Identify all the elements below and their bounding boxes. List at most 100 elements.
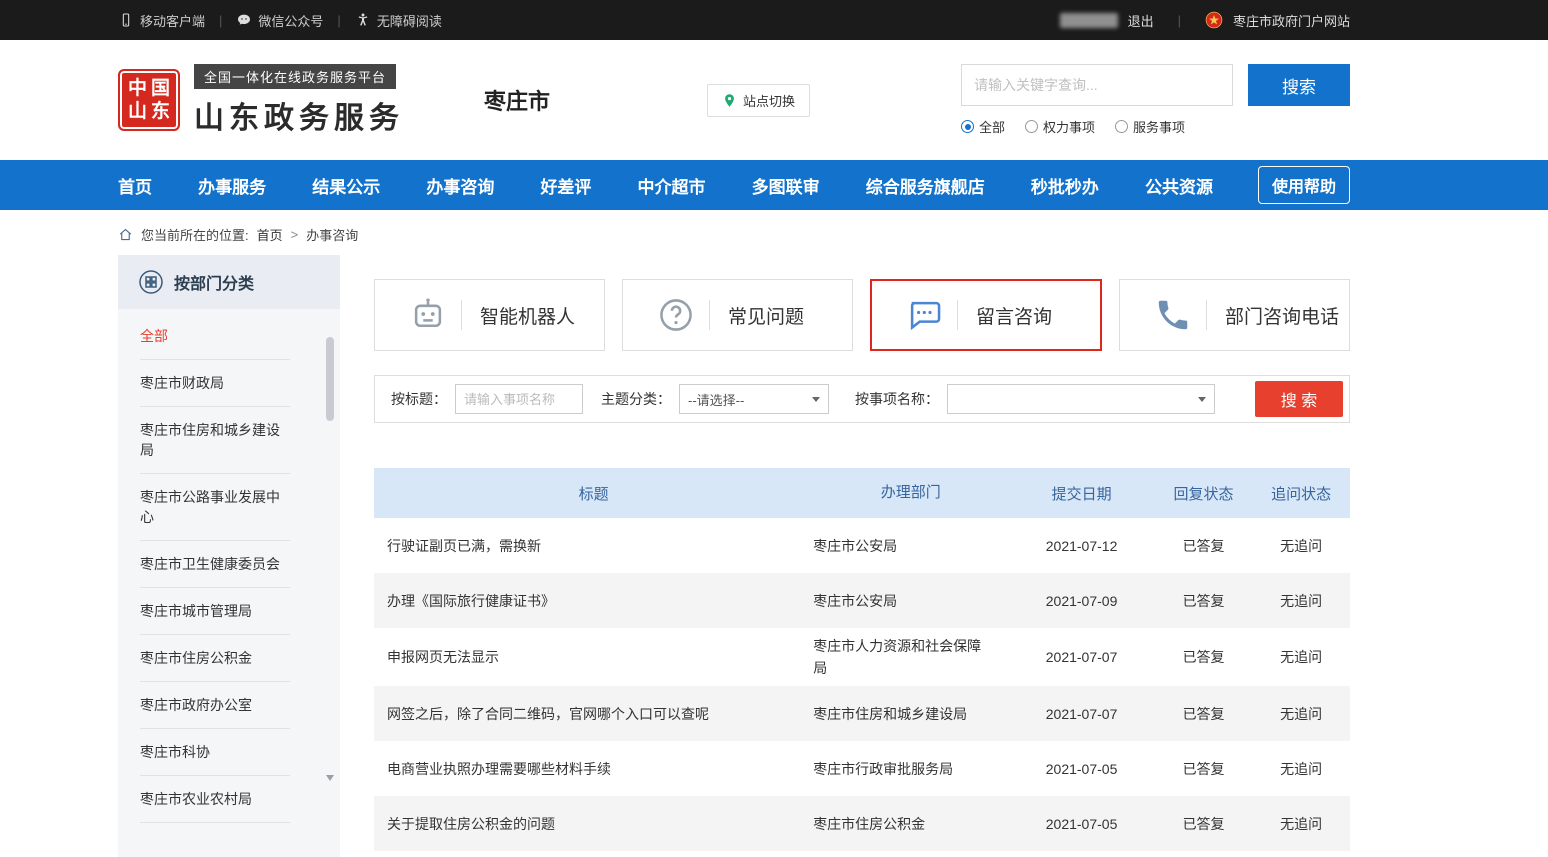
site-switch-button[interactable]: 站点切换	[707, 84, 810, 117]
sidebar-item-4[interactable]: 枣庄市卫生健康委员会	[140, 541, 290, 588]
nav-help-button[interactable]: 使用帮助	[1258, 166, 1350, 204]
shandong-seal-logo: 中国山东	[118, 69, 180, 131]
item-filter-label: 按事项名称：	[855, 389, 939, 409]
nav-item-7[interactable]: 综合服务旗舰店	[866, 173, 985, 198]
scope-radio-1[interactable]: 权力事项	[1025, 117, 1095, 136]
table-header-cell: 标题	[374, 483, 813, 504]
nav-item-8[interactable]: 秒批秒办	[1031, 173, 1099, 198]
logout-link[interactable]: 退出	[1128, 11, 1154, 30]
title-filter-label: 按标题：	[391, 389, 447, 409]
cell-title[interactable]: 电商营业执照办理需要哪些材料手续	[374, 759, 813, 779]
keyword-search-button[interactable]: 搜索	[1248, 64, 1350, 106]
keyword-search-input[interactable]	[961, 64, 1233, 106]
seal-character: 中	[126, 77, 149, 100]
cell-reply-status: 已答复	[1155, 704, 1253, 724]
chevron-down-icon	[812, 397, 820, 402]
cell-department: 枣庄市住房公积金	[813, 813, 1008, 835]
table-row: 关于提取住房公积金的问题枣庄市住房公积金2021-07-05已答复无追问	[374, 796, 1350, 851]
wechat-label: 微信公众号	[258, 11, 323, 30]
nav-item-1[interactable]: 办事服务	[198, 173, 266, 198]
radio-circle-icon	[1115, 120, 1128, 133]
department-list: 全部枣庄市财政局枣庄市住房和城乡建设局枣庄市公路事业发展中心枣庄市卫生健康委员会…	[118, 309, 340, 843]
breadcrumb: 您当前所在的位置: 首页 > 办事咨询	[118, 210, 1350, 255]
category-filter-label: 主题分类：	[601, 389, 671, 409]
consultation-table: 标题办理部门提交日期回复状态追问状态 行驶证副页已满，需换新枣庄市公安局2021…	[374, 468, 1350, 851]
divider	[709, 300, 710, 330]
sidebar-item-2[interactable]: 枣庄市住房和城乡建设局	[140, 407, 290, 474]
breadcrumb-home-link[interactable]: 首页	[257, 225, 283, 244]
sidebar-item-9[interactable]: 枣庄市农业农村局	[140, 776, 290, 823]
sidebar-item-5[interactable]: 枣庄市城市管理局	[140, 588, 290, 635]
sidebar-item-6[interactable]: 枣庄市住房公积金	[140, 635, 290, 682]
sidebar-item-7[interactable]: 枣庄市政府办公室	[140, 682, 290, 729]
accessibility-person-icon	[355, 12, 371, 28]
tab-label: 部门咨询电话	[1225, 302, 1339, 329]
item-select[interactable]	[947, 384, 1215, 414]
main-nav-items: 首页 办事服务 结果公示 办事咨询 好差评 中介超市 多图联审 综合服务旗舰店 秒批秒办 公共资源	[118, 173, 1213, 198]
mobile-client-link[interactable]: 移动客户端	[118, 11, 205, 30]
divider: |	[219, 13, 222, 28]
tab-robot[interactable]: 智能机器人	[374, 279, 605, 351]
cell-title[interactable]: 办理《国际旅行健康证书》	[374, 591, 813, 611]
category-select[interactable]: --请选择--	[679, 384, 829, 414]
tab-phone[interactable]: 部门咨询电话	[1119, 279, 1350, 351]
table-header-cell: 追问状态	[1252, 483, 1350, 504]
cell-reply-status: 已答复	[1155, 814, 1253, 834]
home-icon	[118, 227, 133, 242]
cell-submit-date: 2021-07-05	[1008, 816, 1154, 832]
site-logo[interactable]: 中国山东 全国一体化在线政务服务平台 山东政务服务	[118, 64, 404, 137]
wechat-link[interactable]: 微信公众号	[236, 11, 323, 30]
scrollbar-thumb[interactable]	[326, 337, 334, 421]
sidebar-item-8[interactable]: 枣庄市科协	[140, 729, 290, 776]
phone-icon	[1154, 296, 1192, 334]
wechat-icon	[236, 12, 252, 28]
nav-item-2[interactable]: 结果公示	[312, 173, 380, 198]
nav-item-4[interactable]: 好差评	[540, 173, 591, 198]
divider	[1206, 300, 1207, 330]
cell-reply-status: 已答复	[1155, 591, 1253, 611]
breadcrumb-prefix: 您当前所在的位置:	[141, 225, 249, 244]
breadcrumb-separator: >	[291, 227, 299, 242]
cell-title[interactable]: 关于提取住房公积金的问题	[374, 814, 813, 834]
table-header-cell: 办理部门	[813, 482, 1008, 504]
cell-title[interactable]: 申报网页无法显示	[374, 647, 813, 667]
divider	[957, 300, 958, 330]
cell-submit-date: 2021-07-07	[1008, 649, 1154, 665]
nav-item-5[interactable]: 中介超市	[638, 173, 706, 198]
cell-submit-date: 2021-07-12	[1008, 538, 1154, 554]
cell-department: 枣庄市人力资源和社会保障局	[813, 635, 1008, 679]
scrollbar-down-arrow-icon[interactable]	[326, 775, 334, 781]
scope-radio-2[interactable]: 服务事项	[1115, 117, 1185, 136]
table-header-cell: 提交日期	[1008, 483, 1154, 504]
sidebar-item-1[interactable]: 枣庄市财政局	[140, 360, 290, 407]
cell-submit-date: 2021-07-07	[1008, 706, 1154, 722]
mobile-phone-icon	[118, 12, 134, 28]
filter-search-button[interactable]: 搜 索	[1255, 381, 1343, 417]
sidebar-item-0[interactable]: 全部	[140, 313, 290, 360]
cell-submit-date: 2021-07-09	[1008, 593, 1154, 609]
tab-message[interactable]: 留言咨询	[870, 279, 1102, 351]
site-header: 中国山东 全国一体化在线政务服务平台 山东政务服务 枣庄市 站点切换 搜索 全部…	[0, 40, 1548, 160]
title-filter-input[interactable]	[455, 384, 583, 414]
radio-label: 权力事项	[1043, 117, 1095, 136]
nav-item-6[interactable]: 多图联审	[752, 173, 820, 198]
scope-radio-0[interactable]: 全部	[961, 117, 1005, 136]
nav-item-9[interactable]: 公共资源	[1145, 173, 1213, 198]
table-row: 办理《国际旅行健康证书》枣庄市公安局2021-07-09已答复无追问	[374, 573, 1350, 628]
sidebar-item-3[interactable]: 枣庄市公路事业发展中心	[140, 474, 290, 541]
cell-title[interactable]: 网签之后，除了合同二维码，官网哪个入口可以查呢	[374, 704, 813, 724]
cell-title[interactable]: 行驶证副页已满，需换新	[374, 536, 813, 556]
accessibility-label: 无障碍阅读	[377, 11, 442, 30]
tab-question[interactable]: 常见问题	[622, 279, 853, 351]
consult-tabs: 智能机器人 常见问题留言咨询 部门咨询电话	[374, 279, 1350, 351]
nav-item-3[interactable]: 办事咨询	[426, 173, 494, 198]
accessibility-link[interactable]: 无障碍阅读	[355, 11, 442, 30]
tab-label: 智能机器人	[480, 302, 575, 329]
cell-followup-status: 无追问	[1252, 704, 1350, 724]
mobile-client-label: 移动客户端	[140, 11, 205, 30]
main-nav: 首页 办事服务 结果公示 办事咨询 好差评 中介超市 多图联审 综合服务旗舰店 秒批秒办 公共资源…	[0, 160, 1548, 210]
radio-label: 服务事项	[1133, 117, 1185, 136]
sidebar-scrollbar[interactable]	[326, 337, 334, 773]
portal-link[interactable]: 枣庄市政府门户网站	[1233, 11, 1350, 30]
nav-item-0[interactable]: 首页	[118, 173, 152, 198]
